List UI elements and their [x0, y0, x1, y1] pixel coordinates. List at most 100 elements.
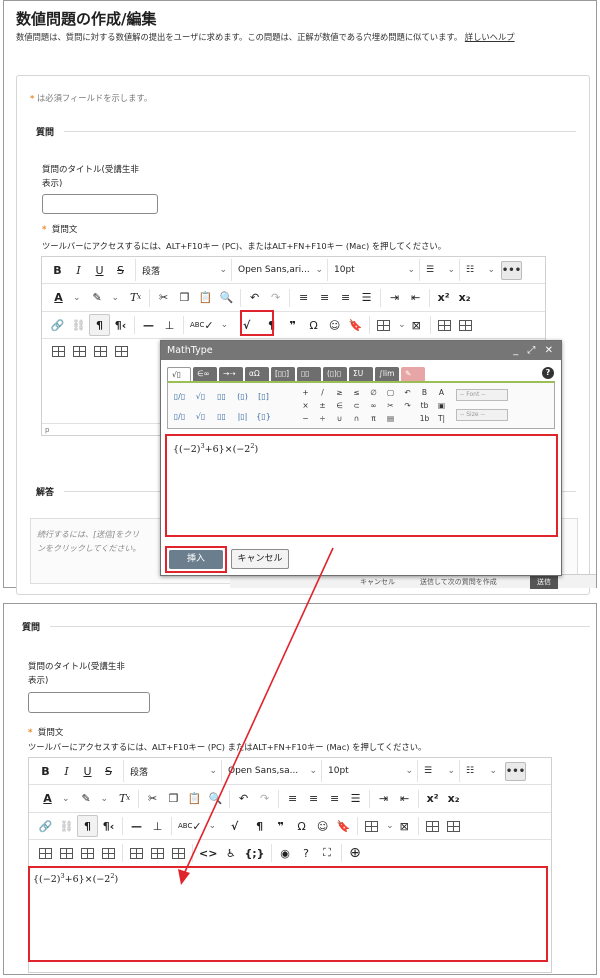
link-icon[interactable]: 🔗	[47, 314, 68, 336]
underline-button[interactable]: U	[77, 760, 98, 782]
table-delete-icon[interactable]: ⊠	[406, 314, 427, 336]
strike-button[interactable]: S	[110, 259, 131, 281]
palette-symbol[interactable]: ±	[315, 399, 330, 412]
table-col-icon[interactable]	[455, 314, 476, 336]
palette-symbol[interactable]: |▯|	[234, 406, 251, 426]
paragraph-select[interactable]: 段落 ⌄	[123, 760, 221, 782]
copy-icon[interactable]: ❐	[174, 287, 195, 309]
mt-tab[interactable]: ∈∞	[193, 367, 217, 381]
size-select[interactable]: 10pt ⌄	[327, 259, 419, 281]
unlink-icon[interactable]: ⛓	[68, 314, 89, 336]
question-title-input[interactable]	[28, 692, 150, 713]
highlight-icon[interactable]: ✎	[76, 788, 97, 810]
palette-symbol[interactable]: [▯]	[255, 386, 272, 406]
superscript-button[interactable]: x²	[422, 788, 443, 810]
table-merge-icon[interactable]	[77, 842, 98, 864]
align-right-icon[interactable]: ≡	[324, 788, 345, 810]
table-col-icon[interactable]	[443, 815, 464, 837]
bookmark-icon[interactable]: 🔖	[333, 815, 354, 837]
palette-symbol[interactable]: ✂	[383, 399, 398, 412]
palette-symbol[interactable]: +	[298, 386, 313, 399]
spellcheck-icon[interactable]: ABC ✓	[187, 314, 217, 336]
outdent-icon[interactable]: ⇤	[394, 788, 415, 810]
editor-content-highlight[interactable]	[28, 866, 548, 962]
clear-format-icon[interactable]: Tx	[125, 287, 146, 309]
table-row-icon[interactable]	[434, 314, 455, 336]
mt-tab[interactable]: √▯	[167, 367, 191, 381]
mt-tab[interactable]: ∫lim	[375, 367, 399, 381]
insert-icon[interactable]: ⊥	[147, 815, 168, 837]
mt-tab[interactable]: ✎	[401, 367, 425, 381]
align-center-icon[interactable]: ≡	[314, 287, 335, 309]
text-color-button[interactable]: A	[48, 287, 69, 309]
palette-symbol[interactable]: {▯}	[255, 406, 272, 426]
align-center-icon[interactable]: ≡	[303, 788, 324, 810]
preview-icon[interactable]: ◉	[275, 842, 296, 864]
add-circle-icon[interactable]: ⊕	[345, 842, 366, 864]
find-icon[interactable]: 🔍	[205, 788, 226, 810]
help-icon[interactable]: ?	[542, 367, 554, 379]
footer-cancel-button[interactable]: キャンセル	[360, 577, 395, 587]
table-insert-row-icon[interactable]	[35, 842, 56, 864]
insert-button[interactable]: 挿入	[165, 546, 227, 573]
redo-icon[interactable]: ↷	[265, 287, 286, 309]
font-select[interactable]: Open Sans,sa... ⌄	[221, 760, 321, 782]
omega-button[interactable]: Ω	[303, 314, 324, 336]
numbered-list-button[interactable]: ☷ ⌄	[459, 259, 499, 281]
quote-button[interactable]: ❞	[282, 314, 303, 336]
palette-symbol[interactable]: ÷	[315, 412, 330, 425]
table-insert-col-icon[interactable]	[56, 842, 77, 864]
strike-button[interactable]: S	[98, 760, 119, 782]
more-button[interactable]: •••	[505, 761, 526, 781]
undo-icon[interactable]: ↶	[244, 287, 265, 309]
palette-symbol[interactable]	[400, 412, 415, 425]
align-left-icon[interactable]: ≡	[282, 788, 303, 810]
table-icon[interactable]	[373, 314, 394, 336]
code-icon[interactable]: <>	[196, 842, 220, 864]
unlink-icon[interactable]: ⛓	[56, 815, 77, 837]
insert-icon[interactable]: ⊥	[159, 314, 180, 336]
horizontal-rule-icon[interactable]: —	[138, 314, 159, 336]
table-merge-icon[interactable]	[90, 341, 111, 363]
ltr-icon[interactable]: ¶	[77, 815, 98, 837]
source-code-icon[interactable]: {;}	[241, 842, 267, 864]
palette-symbol[interactable]: ∅	[366, 386, 381, 399]
palette-symbol[interactable]: ≤	[349, 386, 364, 399]
font-select[interactable]: Open Sans,ari... ⌄	[231, 259, 327, 281]
table-split-icon[interactable]	[98, 842, 119, 864]
palette-symbol[interactable]: ▯▯	[213, 386, 230, 406]
rtl-icon[interactable]: ¶‹	[110, 314, 131, 336]
numbered-list-button[interactable]: ☷ ⌄	[459, 760, 501, 782]
quote-button[interactable]: ❞	[270, 815, 291, 837]
mathtype-titlebar[interactable]: MathType _ ⤢ ✕	[161, 341, 561, 360]
palette-symbol[interactable]	[276, 406, 293, 426]
table-cell-icon[interactable]	[168, 842, 189, 864]
text-color-button[interactable]: A	[37, 788, 58, 810]
mathtype-edit-area[interactable]: {(−2)3+6}×(−22)	[165, 434, 558, 537]
accessibility-icon[interactable]: ♿	[220, 842, 241, 864]
subscript-button[interactable]: x₂	[443, 788, 464, 810]
paste-icon[interactable]: 📋	[195, 287, 216, 309]
subscript-button[interactable]: x₂	[454, 287, 475, 309]
help-circle-icon[interactable]: ?	[296, 842, 317, 864]
table-insert-row-icon[interactable]	[48, 341, 69, 363]
superscript-button[interactable]: x²	[433, 287, 454, 309]
palette-symbol[interactable]: ∩	[349, 412, 364, 425]
palette-symbol[interactable]: −	[298, 412, 313, 425]
palette-symbol[interactable]: π	[366, 412, 381, 425]
cut-icon[interactable]: ✂	[153, 287, 174, 309]
mt-tab[interactable]: αΩ	[245, 367, 269, 381]
palette-symbol[interactable]: ▣	[434, 399, 449, 412]
ltr-icon[interactable]: ¶	[89, 314, 110, 336]
rtl-icon[interactable]: ¶‹	[98, 815, 119, 837]
palette-symbol[interactable]: 1b	[417, 412, 432, 425]
bullet-list-button[interactable]: ☰ ⌄	[419, 259, 459, 281]
size-select[interactable]: -- Size --	[456, 409, 508, 421]
palette-symbol[interactable]: ↷	[400, 399, 415, 412]
paragraph-select[interactable]: 段落 ⌄	[135, 259, 231, 281]
table-row-icon[interactable]	[422, 815, 443, 837]
palette-symbol[interactable]: √▯	[192, 406, 209, 426]
palette-symbol[interactable]: ∞	[366, 399, 381, 412]
clear-format-icon[interactable]: Tx	[114, 788, 135, 810]
underline-button[interactable]: U	[89, 259, 110, 281]
